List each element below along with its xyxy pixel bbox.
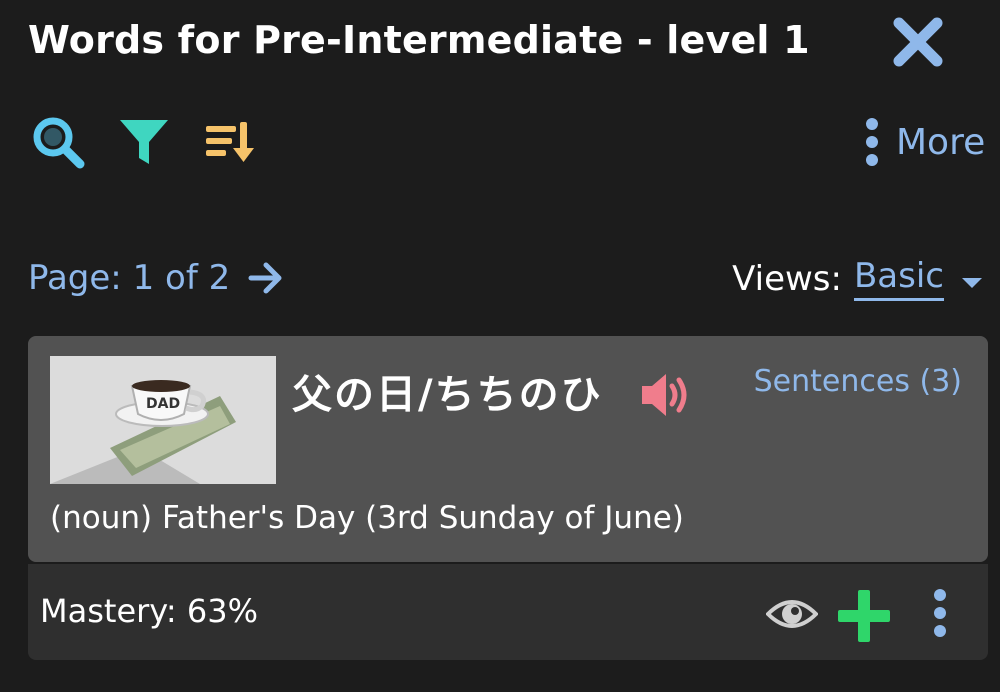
views-dropdown[interactable]: Basic bbox=[853, 256, 944, 301]
page-title: Words for Pre-Intermediate - level 1 bbox=[28, 18, 810, 62]
arrow-right-icon bbox=[248, 262, 282, 294]
sort-icon bbox=[206, 122, 254, 162]
views-selector: Views: Basic bbox=[732, 256, 984, 301]
filter-button[interactable] bbox=[116, 114, 172, 170]
mastery-label: Mastery: 63% bbox=[40, 592, 258, 630]
page-indicator: Page: 1 of 2 bbox=[28, 258, 231, 298]
more-vertical-icon bbox=[934, 589, 946, 637]
search-button[interactable] bbox=[30, 114, 86, 170]
card-more-button[interactable] bbox=[930, 588, 950, 644]
more-vertical-icon bbox=[866, 118, 878, 166]
eye-icon bbox=[765, 600, 819, 628]
speaker-icon bbox=[642, 374, 687, 416]
word-image: DAD bbox=[50, 356, 276, 484]
word-definition: (noun) Father's Day (3rd Sunday of June) bbox=[50, 500, 684, 536]
sort-button[interactable] bbox=[202, 114, 258, 170]
more-menu-button[interactable]: More bbox=[862, 116, 985, 168]
word-list-panel: Words for Pre-Intermediate - level 1 Mor… bbox=[0, 0, 1000, 692]
card-footer: Mastery: 63% bbox=[28, 564, 988, 660]
pagination-next-link[interactable]: Page: 1 of 2 bbox=[28, 258, 284, 298]
view-button[interactable] bbox=[765, 594, 819, 638]
image-text: DAD bbox=[146, 396, 180, 412]
search-icon bbox=[33, 117, 85, 169]
close-button[interactable] bbox=[890, 14, 946, 70]
filter-icon bbox=[120, 120, 168, 164]
play-audio-button[interactable] bbox=[640, 370, 696, 420]
more-label: More bbox=[896, 121, 986, 163]
caret-down-icon[interactable] bbox=[960, 276, 984, 290]
word-term: 父の日/ちちのひ bbox=[292, 372, 603, 418]
word-card: DAD 父の日/ちちのひ Sentences (3) (noun) Father… bbox=[28, 336, 988, 562]
sentences-link[interactable]: Sentences (3) bbox=[754, 364, 962, 399]
views-label: Views: bbox=[732, 258, 842, 299]
add-icon bbox=[838, 590, 890, 642]
add-button[interactable] bbox=[836, 588, 892, 648]
close-icon bbox=[893, 17, 943, 67]
